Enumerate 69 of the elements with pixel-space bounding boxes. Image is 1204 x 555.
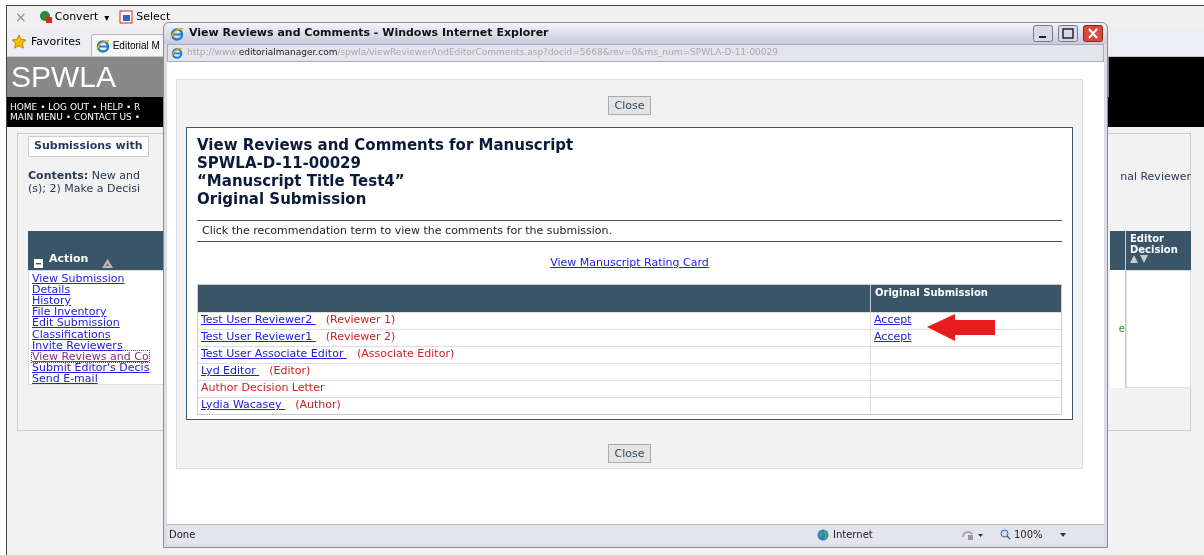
select-icon — [119, 10, 134, 24]
action-link[interactable]: View Reviews and Co — [32, 350, 149, 363]
action-link[interactable]: Classifications — [32, 328, 111, 340]
column-header[interactable]: Editor Decision — [1126, 230, 1191, 270]
nav-links[interactable]: MAIN MENU • CONTACT US • — [10, 112, 140, 122]
pointer-arrow — [927, 313, 995, 341]
convert-icon — [38, 10, 53, 24]
instruction-text: Click the recommendation term to view the comments for the submission. — [202, 222, 612, 239]
action-link[interactable]: Invite Reviewers — [32, 339, 123, 351]
convert-button[interactable]: Convert — [38, 8, 99, 26]
star-icon — [11, 33, 27, 50]
zoom-control[interactable]: 100% — [1000, 527, 1066, 542]
role-label: (Reviewer 1) — [325, 312, 396, 329]
reviewer-link[interactable]: Lyd Editor — [201, 363, 260, 380]
reviewer-link[interactable]: Lydia Wacasey — [201, 397, 286, 414]
sort-icon[interactable] — [102, 258, 114, 268]
browser-tab[interactable]: Editorial M — [90, 34, 165, 56]
decision-link[interactable]: Accept — [874, 329, 912, 346]
decision-link[interactable]: Accept — [874, 312, 912, 329]
column-header: Original Submission — [870, 284, 990, 312]
status-text: Done — [168, 528, 197, 542]
action-link[interactable]: View Submission — [32, 272, 125, 284]
reviewer-link[interactable]: Test User Reviewer2 — [201, 312, 316, 329]
nav-links[interactable]: HOME • LOG OUT • HELP • R — [10, 102, 141, 112]
site-logo: SPWLA — [11, 62, 117, 92]
letter-label: Author Decision Letter — [201, 380, 325, 397]
dropdown-button[interactable]: ▾ — [104, 9, 110, 25]
caret-icon — [1059, 532, 1066, 537]
role-label: (Reviewer 2) — [325, 329, 396, 346]
heading: View Reviews and Comments for Manuscript — [197, 136, 574, 154]
action-link[interactable]: Send E-mail — [32, 373, 98, 384]
security-icon[interactable] — [962, 528, 984, 541]
heading: SPWLA-D-11-00029 — [197, 154, 361, 172]
action-link[interactable]: Details — [32, 283, 71, 295]
column-header[interactable]: Action — [28, 230, 165, 270]
role-label: (Author) — [295, 397, 341, 414]
panel-tab[interactable]: Submissions with — [28, 136, 149, 157]
heading: “Manuscript Title Test4” — [197, 172, 405, 190]
globe-icon — [817, 528, 829, 541]
close-button[interactable]: Close — [607, 444, 652, 463]
favorites-button[interactable]: Favorites — [11, 33, 81, 50]
close-button[interactable]: Close — [607, 96, 652, 115]
rating-card-link[interactable]: View Manuscript Rating Card — [550, 255, 709, 272]
contents-text: (s); 2) Make a Decisi — [28, 181, 141, 195]
column-header — [1110, 230, 1125, 270]
browser-icon — [95, 38, 110, 53]
action-link[interactable]: Submit Editor's Decis — [32, 362, 150, 374]
maximize-button[interactable] — [1058, 25, 1078, 42]
address-bar[interactable]: http://www.editorialmanager.com/spwla/viewReviewerAndEditorComments.asp?docid=5668&rev=0&ms_num=SPWLA-D-11-00029 — [167, 44, 1104, 62]
action-link[interactable]: History — [32, 294, 72, 307]
heading: Original Submission — [197, 190, 367, 208]
contents-text: Contents: New and — [28, 168, 141, 182]
contents-text: nal Reviewer — [1120, 168, 1191, 185]
role-label: (Associate Editor) — [356, 346, 455, 363]
minimize-button[interactable] — [1033, 25, 1053, 42]
window-title: View Reviews and Comments - Windows Internet Explorer — [189, 25, 550, 42]
action-link[interactable]: File Inventory — [32, 306, 107, 318]
reviewer-link[interactable]: Test User Associate Editor — [201, 346, 347, 363]
zoom-icon — [1000, 529, 1011, 540]
collapse-icon[interactable] — [34, 258, 43, 268]
browser-icon — [170, 26, 184, 41]
role-label: (Editor) — [269, 363, 311, 380]
reviewer-link[interactable]: Test User Reviewer1 — [201, 329, 316, 346]
action-link[interactable]: Edit Submission — [32, 317, 120, 329]
close-button[interactable] — [1083, 25, 1103, 42]
browser-icon — [171, 47, 183, 59]
security-zone: Internet — [817, 527, 962, 542]
select-button[interactable]: Select — [119, 8, 171, 26]
cell-text: e — [1118, 322, 1125, 336]
